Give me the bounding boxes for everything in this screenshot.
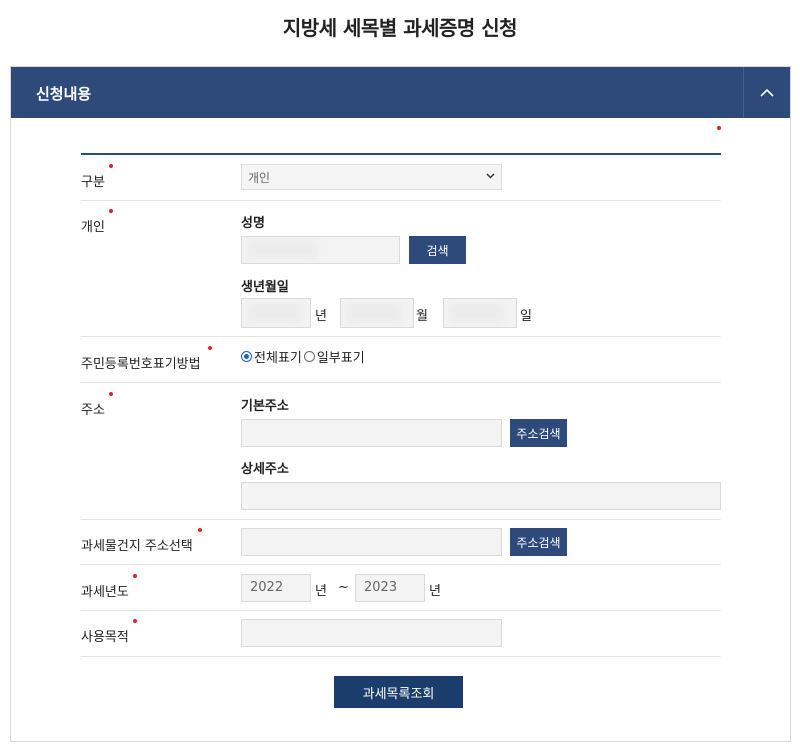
purpose-input[interactable] bbox=[241, 619, 502, 647]
rrn-display-options: 전체표기 일부표기 bbox=[241, 347, 365, 366]
basic-address-input[interactable] bbox=[241, 419, 502, 447]
name-search-button[interactable]: 검색 bbox=[409, 236, 466, 264]
required-marker bbox=[198, 528, 202, 532]
row-divider bbox=[81, 382, 721, 383]
property-address-search-button[interactable]: 주소검색 bbox=[510, 528, 567, 556]
redacted-birth-month bbox=[347, 303, 402, 323]
chevron-down-icon bbox=[486, 173, 495, 179]
form-top-divider bbox=[81, 153, 721, 155]
required-marker bbox=[133, 574, 137, 578]
collapse-button[interactable] bbox=[743, 67, 790, 118]
tax-list-search-button[interactable]: 과세목록조회 bbox=[334, 676, 463, 708]
application-panel: 신청내용 구분 개인 개인 성명 검색 생년월일 년 월 일 주민등록번호표기방… bbox=[10, 66, 791, 742]
type-select[interactable]: 개인 bbox=[241, 164, 502, 190]
required-marker bbox=[109, 209, 113, 213]
required-marker bbox=[109, 392, 113, 396]
rrn-partial-radio[interactable] bbox=[303, 351, 315, 362]
day-unit: 일 bbox=[520, 309, 532, 324]
required-marker bbox=[717, 126, 721, 130]
rrn-display-label: 주민등록번호표기방법 bbox=[81, 357, 201, 372]
tax-year-from-value: 2022 bbox=[250, 580, 284, 595]
page-title: 지방세 세목별 과세증명 신청 bbox=[282, 16, 518, 40]
row-divider bbox=[81, 519, 721, 520]
detail-address-label: 상세주소 bbox=[241, 462, 289, 477]
row-divider bbox=[81, 200, 721, 201]
panel-header: 신청내용 bbox=[11, 67, 790, 118]
rrn-partial-label[interactable]: 일부표기 bbox=[317, 347, 365, 366]
tax-year-separator: ~ bbox=[338, 580, 349, 595]
redacted-birth-day bbox=[449, 303, 504, 323]
row-divider bbox=[81, 656, 721, 657]
basic-address-label: 기본주소 bbox=[241, 399, 289, 414]
type-label: 구분 bbox=[81, 175, 105, 190]
rrn-full-radio[interactable] bbox=[241, 351, 252, 362]
required-marker bbox=[208, 346, 212, 350]
tax-year-from-unit: 년 bbox=[315, 584, 327, 599]
tax-year-to-value: 2023 bbox=[364, 580, 398, 595]
tax-year-to-input[interactable]: 2023 bbox=[355, 574, 425, 602]
purpose-label: 사용목적 bbox=[81, 630, 129, 645]
property-address-label: 과세물건지 주소선택 bbox=[81, 539, 193, 554]
month-unit: 월 bbox=[416, 309, 428, 324]
type-select-value: 개인 bbox=[248, 171, 271, 185]
address-search-button[interactable]: 주소검색 bbox=[510, 419, 567, 447]
required-marker bbox=[133, 619, 137, 623]
redacted-name bbox=[247, 241, 317, 259]
birth-label: 생년월일 bbox=[241, 280, 289, 295]
row-divider bbox=[81, 610, 721, 611]
redacted-birth-year bbox=[247, 303, 302, 323]
detail-address-input[interactable] bbox=[241, 482, 721, 510]
chevron-up-icon bbox=[760, 88, 774, 97]
tax-year-label: 과세년도 bbox=[81, 585, 129, 600]
panel-title: 신청내용 bbox=[36, 85, 92, 103]
tax-year-to-unit: 년 bbox=[429, 584, 441, 599]
required-marker bbox=[109, 164, 113, 168]
address-label: 주소 bbox=[81, 403, 105, 418]
tax-year-from-input[interactable]: 2022 bbox=[241, 574, 311, 602]
rrn-full-label[interactable]: 전체표기 bbox=[254, 347, 302, 366]
row-divider bbox=[81, 336, 721, 337]
name-label: 성명 bbox=[241, 216, 265, 231]
row-divider bbox=[81, 564, 721, 565]
property-address-input[interactable] bbox=[241, 528, 502, 556]
year-unit: 년 bbox=[315, 309, 327, 324]
individual-label: 개인 bbox=[81, 220, 105, 235]
